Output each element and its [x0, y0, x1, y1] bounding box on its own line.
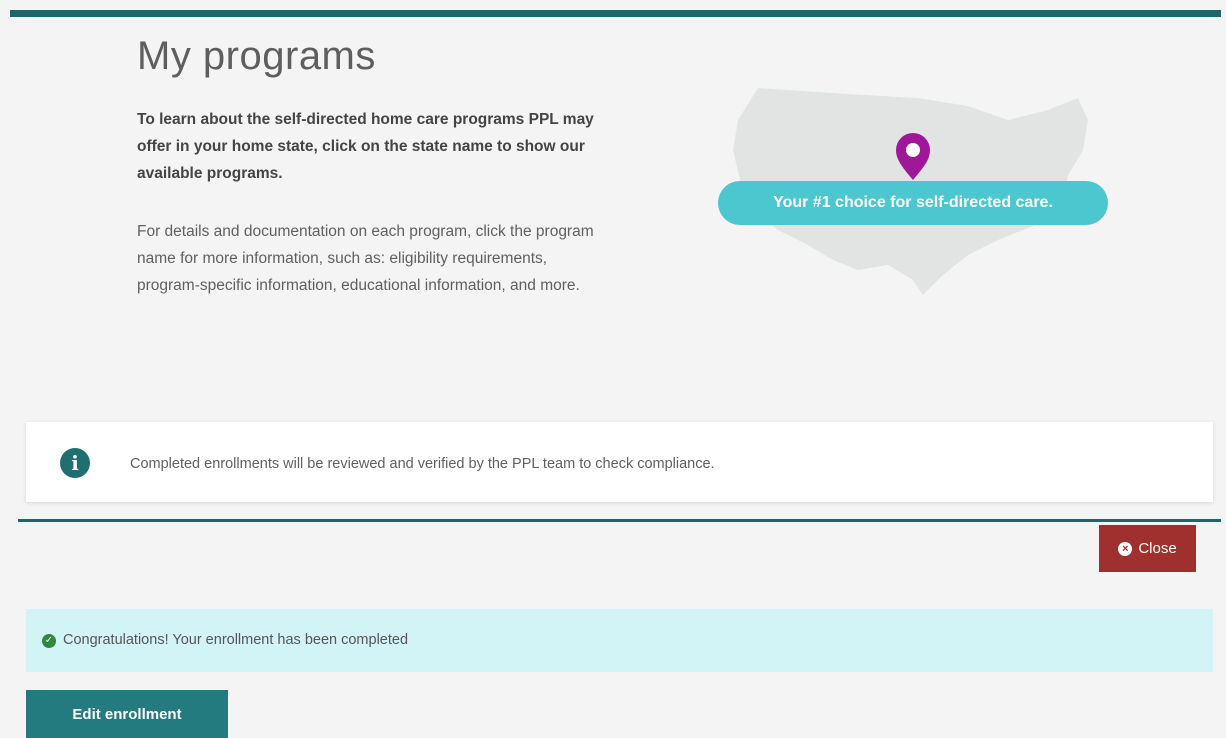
close-button[interactable]: × Close: [1099, 525, 1196, 572]
info-notice-text: Completed enrollments will be reviewed a…: [130, 456, 715, 472]
close-button-label: Close: [1138, 540, 1177, 557]
success-banner: ✓ Congratulations! Your enrollment has b…: [26, 609, 1213, 672]
close-circle-icon: ×: [1118, 541, 1133, 556]
intro-description: For details and documentation on each pr…: [137, 223, 594, 294]
edit-enrollment-button[interactable]: Edit enrollment: [26, 690, 228, 738]
info-notice-card: i Completed enrollments will be reviewed…: [26, 422, 1213, 502]
info-icon: i: [60, 448, 90, 478]
top-accent-bar: [10, 10, 1221, 17]
intro-bold-text: To learn about the self-directed home ca…: [137, 111, 594, 182]
success-message: Congratulations! Your enrollment has bee…: [63, 632, 409, 648]
tagline-badge: Your #1 choice for self-directed care.: [718, 181, 1108, 225]
check-circle-icon: ✓: [42, 634, 56, 648]
page-title: My programs: [137, 34, 376, 78]
section-divider: [18, 519, 1221, 522]
